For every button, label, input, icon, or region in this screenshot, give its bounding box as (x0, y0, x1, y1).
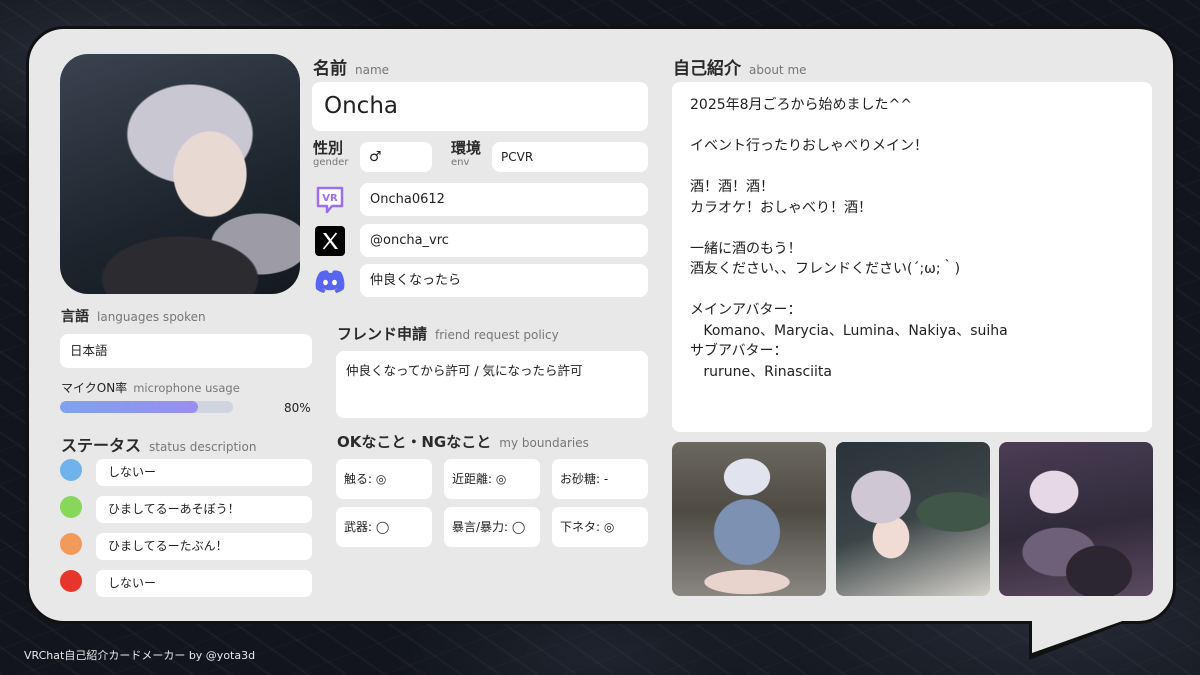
friend-request-label: フレンド申請 (337, 325, 428, 343)
about-heading: 自己紹介 about me (673, 54, 807, 79)
env-heading: 環境 env (451, 141, 481, 168)
avatar-photo (836, 442, 990, 596)
status-item: しないー (96, 570, 312, 597)
gender-label-en: gender (313, 157, 349, 168)
status-item: ひましてるーたぶん！ (96, 533, 312, 560)
name-label: 名前 (313, 59, 347, 79)
boundary-item: 触る: ◎ (336, 459, 432, 499)
friend-request-label-en: friend request policy (435, 328, 559, 342)
env-value: PCVR (492, 142, 648, 172)
about-label-en: about me (749, 63, 807, 77)
gender-value: ♂ (360, 142, 432, 172)
env-label-en: env (451, 157, 470, 168)
status-dot-blue (60, 459, 82, 481)
vrchat-id-value: Oncha0612 (360, 183, 648, 216)
about-box: 2025年8月ごろから始めました^^ イベント行ったりおしゃべりメイン！ 酒！酒… (672, 82, 1152, 432)
friend-request-heading: フレンド申請 friend request policy (337, 323, 559, 344)
avatar-photo (999, 442, 1153, 596)
status-item: しないー (96, 459, 312, 486)
boundary-item: お砂糖: - (552, 459, 648, 499)
mic-heading: マイクON率 microphone usage (61, 377, 240, 396)
status-dot-orange (60, 533, 82, 555)
name-heading: 名前 name (313, 54, 389, 79)
friend-request-value: 仲良くなってから許可 / 気になったら許可 (336, 351, 648, 418)
status-dot-green (60, 496, 82, 518)
svg-text:VR: VR (322, 193, 338, 204)
boundary-item: 武器: ◯ (336, 507, 432, 547)
avatar-image (60, 54, 300, 294)
boundaries-label-en: my boundaries (499, 436, 589, 450)
gender-label: 性別 (313, 139, 344, 157)
discord-icon (313, 264, 347, 298)
env-label: 環境 (451, 139, 482, 157)
status-item: ひましてるーあそぼう！ (96, 496, 312, 523)
languages-value: 日本語 (60, 334, 312, 368)
status-label-en: status description (149, 440, 257, 454)
mic-percent: 80% (284, 401, 311, 415)
name-label-en: name (355, 63, 390, 77)
footer-credit: VRChat自己紹介カードメーカー by @yota3d (24, 649, 256, 662)
boundary-item: 暴言/暴力: ◯ (444, 507, 540, 547)
languages-label: 言語 (61, 309, 89, 325)
x-logo-icon (313, 224, 347, 258)
boundaries-heading: OKなこと・NGなこと my boundaries (337, 431, 589, 452)
status-label: ステータス (61, 436, 142, 455)
card-tail (1032, 619, 1128, 653)
avatar-photo (672, 442, 826, 596)
status-heading: ステータス status description (61, 432, 256, 456)
x-handle-value: @oncha_vrc (360, 224, 648, 257)
mic-usage-fill (60, 401, 199, 413)
vrchat-icon: VR (313, 183, 347, 217)
mic-label-en: microphone usage (133, 381, 240, 395)
about-text: 2025年8月ごろから始めました^^ イベント行ったりおしゃべりメイン！ 酒！酒… (690, 97, 1008, 380)
status-dot-red (60, 570, 82, 592)
boundary-item: 下ネタ: ◎ (552, 507, 648, 547)
boundary-item: 近距離: ◎ (444, 459, 540, 499)
gender-heading: 性別 gender (313, 141, 348, 168)
languages-label-en: languages spoken (97, 310, 206, 324)
languages-heading: 言語 languages spoken (61, 306, 206, 326)
mic-label: マイクON率 (61, 381, 128, 395)
discord-value: 仲良くなったら (360, 264, 648, 297)
mic-usage-bar (60, 401, 233, 413)
name-value: Oncha (312, 82, 648, 131)
about-label: 自己紹介 (673, 59, 741, 79)
boundaries-label: OKなこと・NGなこと (337, 433, 492, 451)
